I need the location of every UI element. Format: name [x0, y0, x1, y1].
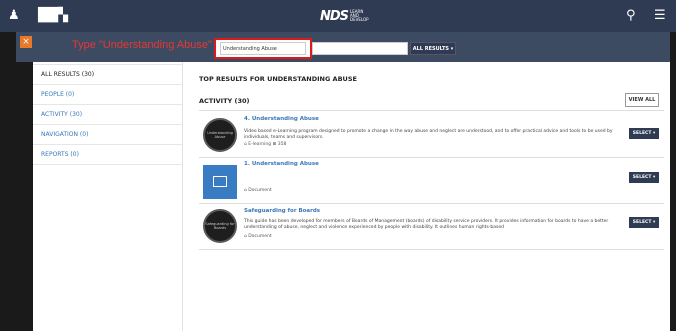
result-meta: ⌂ Document	[244, 188, 272, 193]
select-button[interactable]: SELECT ▾	[629, 172, 659, 183]
result-title[interactable]: 4. Understanding Abuse	[244, 116, 319, 122]
close-button[interactable]: ×	[20, 36, 32, 48]
search-highlight-box	[214, 38, 312, 59]
result-card: Understanding Abuse 4. Understanding Abu…	[199, 112, 664, 157]
sidebar: ALL RESULTS (30) PEOPLE (0) ACTIVITY (30…	[33, 62, 183, 331]
all-results-dropdown[interactable]: ALL RESULTS ▾	[410, 42, 456, 55]
result-meta: ⌂ Document	[244, 234, 272, 239]
search-input-extension[interactable]	[312, 42, 408, 55]
divider	[199, 110, 664, 111]
view-all-button[interactable]: VIEW ALL	[625, 93, 659, 107]
result-thumbnail[interactable]: Safeguarding for Boards	[203, 209, 237, 243]
result-description: Video based e-Learning program designed …	[244, 129, 613, 140]
logo-text: NDS	[320, 8, 349, 24]
document-icon	[213, 176, 227, 187]
result-title[interactable]: 1. Understanding Abuse	[244, 161, 319, 167]
results-panel: TOP RESULTS FOR UNDERSTANDING ABUSE ACTI…	[199, 62, 664, 331]
search-input[interactable]	[220, 42, 306, 55]
sidebar-item-activity[interactable]: ACTIVITY (30)	[33, 105, 182, 125]
select-button[interactable]: SELECT ▾	[629, 217, 659, 228]
result-thumbnail[interactable]: Understanding Abuse	[203, 118, 237, 152]
result-title[interactable]: Safeguarding for Boards	[244, 208, 320, 214]
logo[interactable]: NDS LEARN AND DEVELOP	[320, 8, 370, 24]
sidebar-item-all-results[interactable]: ALL RESULTS (30)	[33, 65, 182, 85]
activity-heading: ACTIVITY (30)	[199, 97, 250, 105]
page-title: TOP RESULTS FOR UNDERSTANDING ABUSE	[199, 75, 357, 83]
sidebar-item-reports[interactable]: REPORTS (0)	[33, 145, 182, 165]
thumbnail-text: Safeguarding for Boards	[205, 222, 235, 230]
result-card: 1. Understanding Abuse ⌂ Document SELECT…	[199, 158, 664, 203]
search-icon[interactable]: ⚲	[626, 8, 636, 24]
select-button[interactable]: SELECT ▾	[629, 128, 659, 139]
library-icon[interactable]: ██▚	[38, 8, 68, 24]
result-meta: ⌂ E-learning ⊞ 358	[244, 142, 287, 147]
sidebar-item-people[interactable]: PEOPLE (0)	[33, 85, 182, 105]
result-description: This guide has been developed for member…	[244, 219, 609, 230]
sidebar-item-navigation[interactable]: NAVIGATION (0)	[33, 125, 182, 145]
result-card: Safeguarding for Boards Safeguarding for…	[199, 204, 664, 249]
thumbnail-text: Understanding Abuse	[207, 131, 233, 139]
result-thumbnail[interactable]	[203, 165, 237, 199]
top-bar: ♟ ██▚ NDS LEARN AND DEVELOP ⚲ ☰	[0, 0, 676, 32]
user-icon[interactable]: ♟	[8, 8, 20, 24]
divider	[199, 249, 664, 250]
menu-icon[interactable]: ☰	[654, 8, 666, 24]
logo-subtitle: LEARN AND DEVELOP	[350, 9, 369, 22]
